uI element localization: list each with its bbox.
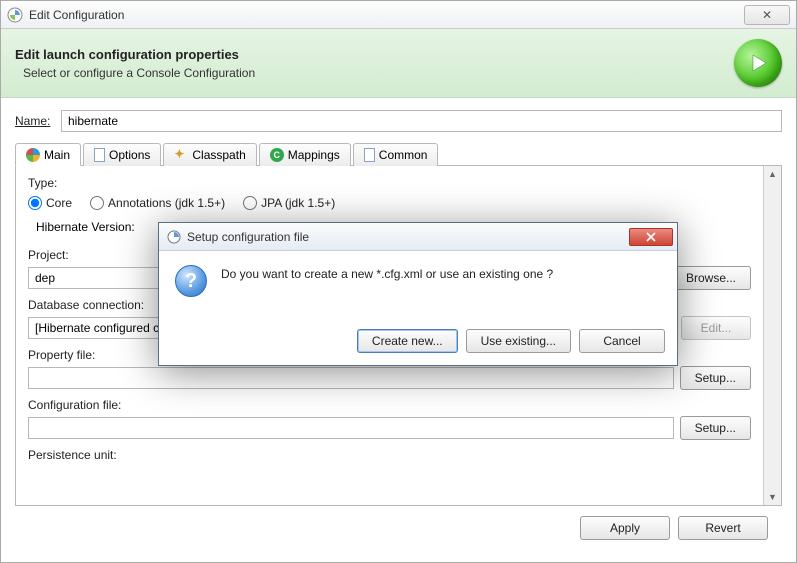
- app-icon: [7, 7, 23, 23]
- tab-options[interactable]: Options: [83, 143, 161, 166]
- revert-button[interactable]: Revert: [678, 516, 768, 540]
- config-file-label: Configuration file:: [28, 398, 751, 412]
- window-title: Edit Configuration: [29, 8, 744, 22]
- tab-label: Mappings: [288, 148, 340, 162]
- header-text: Edit launch configuration properties Sel…: [15, 47, 734, 80]
- modal-body: ? Do you want to create a new *.cfg.xml …: [159, 251, 677, 323]
- setup-config-dialog: Setup configuration file ? Do you want t…: [158, 222, 678, 386]
- project-browse-button[interactable]: Browse...: [671, 266, 751, 290]
- radio-label: JPA (jdk 1.5+): [261, 196, 335, 210]
- radio-annotations-input[interactable]: [90, 196, 104, 210]
- tab-mappings[interactable]: C Mappings: [259, 143, 351, 166]
- create-new-button[interactable]: Create new...: [357, 329, 458, 353]
- run-icon: [734, 39, 782, 87]
- tab-label: Classpath: [192, 148, 245, 162]
- config-file-input[interactable]: [28, 417, 674, 439]
- header-banner: Edit launch configuration properties Sel…: [1, 29, 796, 98]
- modal-titlebar: Setup configuration file: [159, 223, 677, 251]
- header-subtitle: Select or configure a Console Configurat…: [15, 66, 734, 80]
- titlebar: Edit Configuration ✕: [1, 1, 796, 29]
- name-row: Name:: [15, 110, 782, 132]
- config-file-setup-button[interactable]: Setup...: [680, 416, 751, 440]
- scroll-up-icon[interactable]: ▲: [764, 166, 781, 182]
- radio-annotations[interactable]: Annotations (jdk 1.5+): [90, 196, 225, 210]
- radio-jpa[interactable]: JPA (jdk 1.5+): [243, 196, 335, 210]
- modal-button-row: Create new... Use existing... Cancel: [159, 323, 677, 365]
- question-icon: ?: [175, 265, 207, 297]
- header-title: Edit launch configuration properties: [15, 47, 734, 62]
- main-icon: [26, 148, 40, 162]
- footer-buttons: Apply Revert: [15, 506, 782, 550]
- radio-label: Annotations (jdk 1.5+): [108, 196, 225, 210]
- radio-core-input[interactable]: [28, 196, 42, 210]
- name-label: Name:: [15, 114, 61, 128]
- type-radio-row: Core Annotations (jdk 1.5+) JPA (jdk 1.5…: [28, 194, 751, 220]
- cancel-button[interactable]: Cancel: [579, 329, 665, 353]
- tab-label: Main: [44, 148, 70, 162]
- type-label: Type:: [28, 176, 751, 190]
- radio-label: Core: [46, 196, 72, 210]
- radio-jpa-input[interactable]: [243, 196, 257, 210]
- mappings-icon: C: [270, 148, 284, 162]
- scroll-down-icon[interactable]: ▼: [764, 489, 781, 505]
- tab-common[interactable]: Common: [353, 143, 439, 166]
- modal-title: Setup configuration file: [187, 230, 629, 244]
- doc-icon: [94, 148, 105, 162]
- doc-icon: [364, 148, 375, 162]
- hibernate-version-label: Hibernate Version:: [36, 220, 135, 234]
- close-icon: ✕: [762, 8, 772, 22]
- apply-button[interactable]: Apply: [580, 516, 670, 540]
- radio-core[interactable]: Core: [28, 196, 72, 210]
- tab-bar: Main Options ✦ Classpath C Mappings Common: [15, 142, 782, 166]
- modal-close-button[interactable]: [629, 228, 673, 246]
- tab-label: Common: [379, 148, 428, 162]
- scrollbar[interactable]: ▲ ▼: [763, 166, 781, 505]
- property-file-setup-button[interactable]: Setup...: [680, 366, 751, 390]
- persistence-unit-group: Persistence unit:: [28, 448, 751, 462]
- tab-label: Options: [109, 148, 150, 162]
- db-edit-button: Edit...: [681, 316, 751, 340]
- name-input[interactable]: [61, 110, 782, 132]
- modal-message: Do you want to create a new *.cfg.xml or…: [221, 265, 553, 281]
- tab-classpath[interactable]: ✦ Classpath: [163, 143, 256, 166]
- use-existing-button[interactable]: Use existing...: [466, 329, 571, 353]
- window-close-button[interactable]: ✕: [744, 5, 790, 25]
- close-icon: [645, 232, 657, 242]
- persistence-unit-label: Persistence unit:: [28, 448, 751, 462]
- classpath-icon: ✦: [174, 148, 188, 162]
- tab-main[interactable]: Main: [15, 143, 81, 166]
- config-file-group: Configuration file: Setup...: [28, 398, 751, 440]
- modal-icon: [167, 230, 181, 244]
